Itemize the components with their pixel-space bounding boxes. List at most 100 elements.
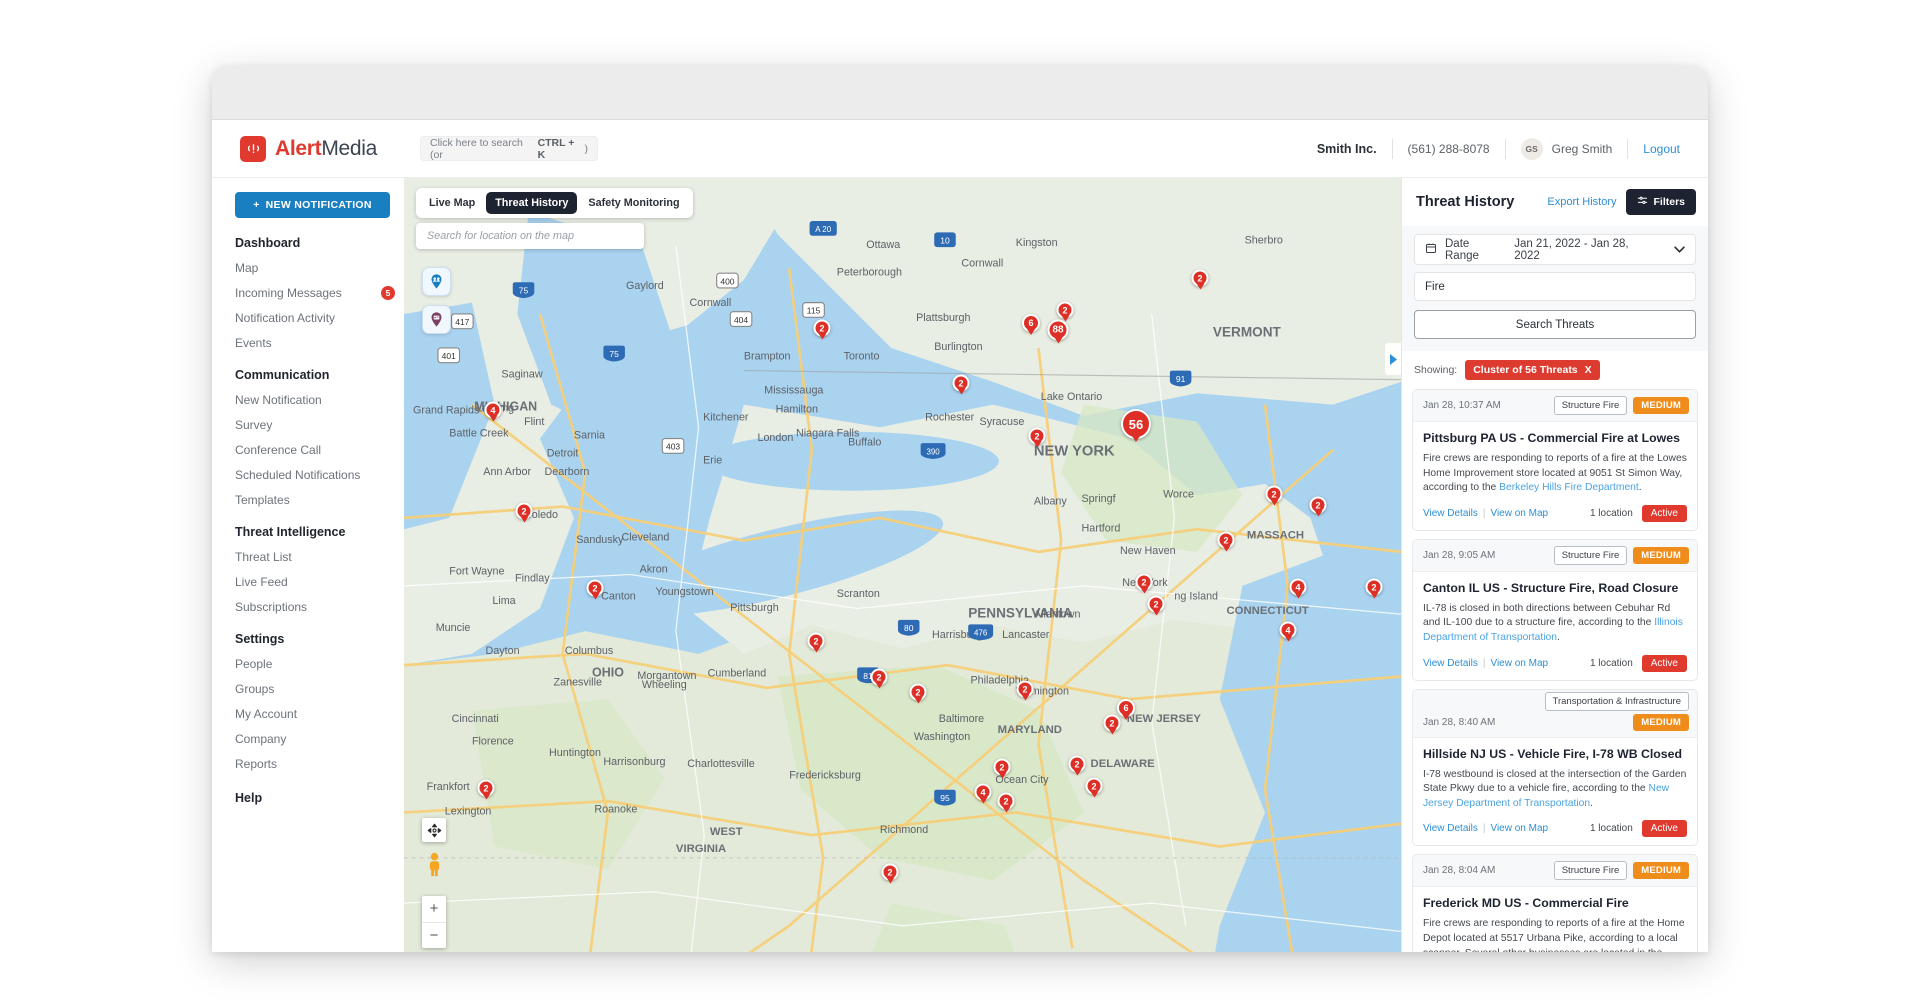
map-cluster-marker[interactable]: 2 <box>1265 485 1283 503</box>
chevron-down-icon[interactable] <box>1674 245 1685 255</box>
sidebar-item-label: Incoming Messages <box>235 286 342 300</box>
keyword-input[interactable]: Fire <box>1414 272 1696 301</box>
global-search-input[interactable]: Click here to search (or CTRL + K) <box>420 136 598 161</box>
svg-text:Findlay: Findlay <box>515 572 550 584</box>
sidebar-item-reports[interactable]: Reports <box>235 757 395 771</box>
threat-card[interactable]: Jan 28, 10:37 AM Structure Fire MEDIUM Pitt… <box>1412 389 1698 531</box>
map-cluster-marker[interactable]: 2 <box>1217 531 1235 549</box>
map-cluster-marker[interactable]: 2 <box>515 502 533 520</box>
sidebar-item-scheduled-notifications[interactable]: Scheduled Notifications <box>235 468 395 482</box>
threat-card[interactable]: Transportation & Infrastructure Jan 28, 8… <box>1412 688 1698 847</box>
svg-text:Fort Wayne: Fort Wayne <box>449 566 504 578</box>
sidebar-item-label: Threat List <box>235 550 292 564</box>
map-cluster-marker[interactable]: 6 <box>1022 314 1040 332</box>
map-cluster-marker[interactable]: 2 <box>586 579 604 597</box>
map-cluster-marker[interactable]: 2 <box>1085 777 1103 795</box>
zoom-out-button[interactable]: − <box>422 923 446 949</box>
map-cluster-marker[interactable]: 4 <box>974 783 992 801</box>
map-cluster-marker[interactable]: 2 <box>1191 269 1209 287</box>
map-pan-control[interactable] <box>422 818 446 842</box>
sidebar-item-events[interactable]: Events <box>235 336 395 350</box>
threat-severity-badge: MEDIUM <box>1633 546 1689 564</box>
threat-source-link[interactable]: Illinois Department of Transportation <box>1423 617 1683 643</box>
sidebar-item-templates[interactable]: Templates <box>235 493 395 507</box>
threat-card-list[interactable]: Jan 28, 10:37 AM Structure Fire MEDIUM Pitt… <box>1402 389 1708 952</box>
sidebar-item-company[interactable]: Company <box>235 732 395 746</box>
map-cluster-marker[interactable]: 6 <box>1117 699 1135 717</box>
map-cluster-marker[interactable]: 56 <box>1121 409 1151 439</box>
sidebar-item-people[interactable]: People <box>235 657 395 671</box>
map-cluster-marker[interactable]: 2 <box>1309 496 1327 514</box>
search-threats-button[interactable]: Search Threats <box>1414 310 1696 339</box>
map-cluster-marker[interactable]: 2 <box>1135 573 1153 591</box>
map-cluster-marker[interactable]: 2 <box>993 758 1011 776</box>
view-details-link[interactable]: View Details <box>1423 658 1478 669</box>
map-cluster-marker[interactable]: 2 <box>952 374 970 392</box>
map-cluster-marker[interactable]: 2 <box>477 779 495 797</box>
map-tab-live-map[interactable]: Live Map <box>420 192 484 214</box>
map-cluster-marker[interactable]: 2 <box>1147 595 1165 613</box>
sidebar-item-incoming-messages[interactable]: Incoming Messages 5 <box>235 286 395 300</box>
sidebar-item-new-notification[interactable]: New Notification <box>235 393 395 407</box>
user-name[interactable]: Greg Smith <box>1552 142 1613 156</box>
sidebar-item-subscriptions[interactable]: Subscriptions <box>235 600 395 614</box>
svg-text:MARYLAND: MARYLAND <box>998 724 1062 736</box>
map-cluster-marker[interactable]: 2 <box>881 863 899 881</box>
sidebar-item-survey[interactable]: Survey <box>235 418 395 432</box>
sidebar-item-groups[interactable]: Groups <box>235 682 395 696</box>
map-cluster-marker[interactable]: 4 <box>1279 621 1297 639</box>
map-cluster-marker[interactable]: 2 <box>1103 714 1121 732</box>
map-cluster-marker[interactable]: 4 <box>1289 578 1307 596</box>
threat-source-link[interactable]: Berkeley Hills Fire Department <box>1499 482 1639 493</box>
new-notification-button[interactable]: + NEW NOTIFICATION <box>235 192 390 218</box>
map-cluster-marker[interactable]: 2 <box>1056 301 1074 319</box>
map-cluster-marker[interactable]: 2 <box>909 683 927 701</box>
date-range-selector[interactable]: Date Range Jan 21, 2022 - Jan 28, 2022 <box>1414 234 1696 265</box>
map-cluster-marker[interactable]: 4 <box>484 401 502 419</box>
svg-text:Canton: Canton <box>601 590 636 602</box>
map-cluster-marker[interactable]: 2 <box>1028 427 1046 445</box>
export-history-link[interactable]: Export History <box>1547 196 1616 208</box>
map-cluster-marker[interactable]: 2 <box>1016 680 1034 698</box>
threat-timestamp: Jan 28, 10:37 AM <box>1423 400 1501 411</box>
map-search-input[interactable]: Search for location on the map <box>416 223 644 249</box>
map-cluster-marker[interactable]: 88 <box>1047 319 1069 341</box>
svg-text:Lake Ontario: Lake Ontario <box>1041 391 1103 403</box>
svg-text:Mississauga: Mississauga <box>764 384 823 396</box>
sidebar-item-help[interactable]: Help <box>235 791 404 805</box>
view-details-link[interactable]: View Details <box>1423 508 1478 519</box>
close-icon[interactable]: X <box>1585 364 1592 376</box>
map-cluster-marker[interactable]: 2 <box>997 792 1015 810</box>
map-tab-threat-history[interactable]: Threat History <box>486 192 578 214</box>
panel-toggle-arrow-icon[interactable] <box>1385 343 1401 375</box>
brand-logo[interactable]: AlertMedia <box>240 135 410 162</box>
avatar[interactable]: GS <box>1520 137 1543 160</box>
map-cluster-marker[interactable]: 2 <box>807 632 825 650</box>
sidebar-item-map[interactable]: Map <box>235 261 395 275</box>
view-on-map-link[interactable]: View on Map <box>1490 658 1548 669</box>
zoom-in-button[interactable]: + <box>422 896 446 923</box>
threat-card[interactable]: Jan 28, 8:04 AM Structure Fire MEDIUM Frede… <box>1412 854 1698 952</box>
asset-pin-icon[interactable] <box>422 305 451 334</box>
logout-link[interactable]: Logout <box>1643 142 1680 156</box>
sidebar-item-conference-call[interactable]: Conference Call <box>235 443 395 457</box>
sidebar-item-my-account[interactable]: My Account <box>235 707 395 721</box>
sidebar-item-live-feed[interactable]: Live Feed <box>235 575 395 589</box>
filters-button[interactable]: Filters <box>1626 189 1696 215</box>
street-view-pegman-icon[interactable] <box>422 850 446 880</box>
threat-source-link[interactable]: New Jersey Department of Transportation <box>1423 783 1669 809</box>
map-tab-safety-monitoring[interactable]: Safety Monitoring <box>579 192 688 214</box>
map-cluster-marker[interactable]: 2 <box>813 319 831 337</box>
map-cluster-marker[interactable]: 2 <box>1068 755 1086 773</box>
view-on-map-link[interactable]: View on Map <box>1490 508 1548 519</box>
sidebar-item-notification-activity[interactable]: Notification Activity <box>235 311 395 325</box>
showing-filter-chip[interactable]: Cluster of 56 Threats X <box>1465 360 1600 380</box>
map-container[interactable]: MICHIGAN NEW YORK PENNSYLVANIA OHIO VERM… <box>404 178 1401 952</box>
map-cluster-marker[interactable]: 2 <box>870 668 888 686</box>
sidebar-item-threat-list[interactable]: Threat List <box>235 550 395 564</box>
view-on-map-link[interactable]: View on Map <box>1490 823 1548 834</box>
threat-card[interactable]: Jan 28, 9:05 AM Structure Fire MEDIUM Canto… <box>1412 538 1698 681</box>
view-details-link[interactable]: View Details <box>1423 823 1478 834</box>
people-pin-icon[interactable] <box>422 267 451 296</box>
map-cluster-marker[interactable]: 2 <box>1365 578 1383 596</box>
